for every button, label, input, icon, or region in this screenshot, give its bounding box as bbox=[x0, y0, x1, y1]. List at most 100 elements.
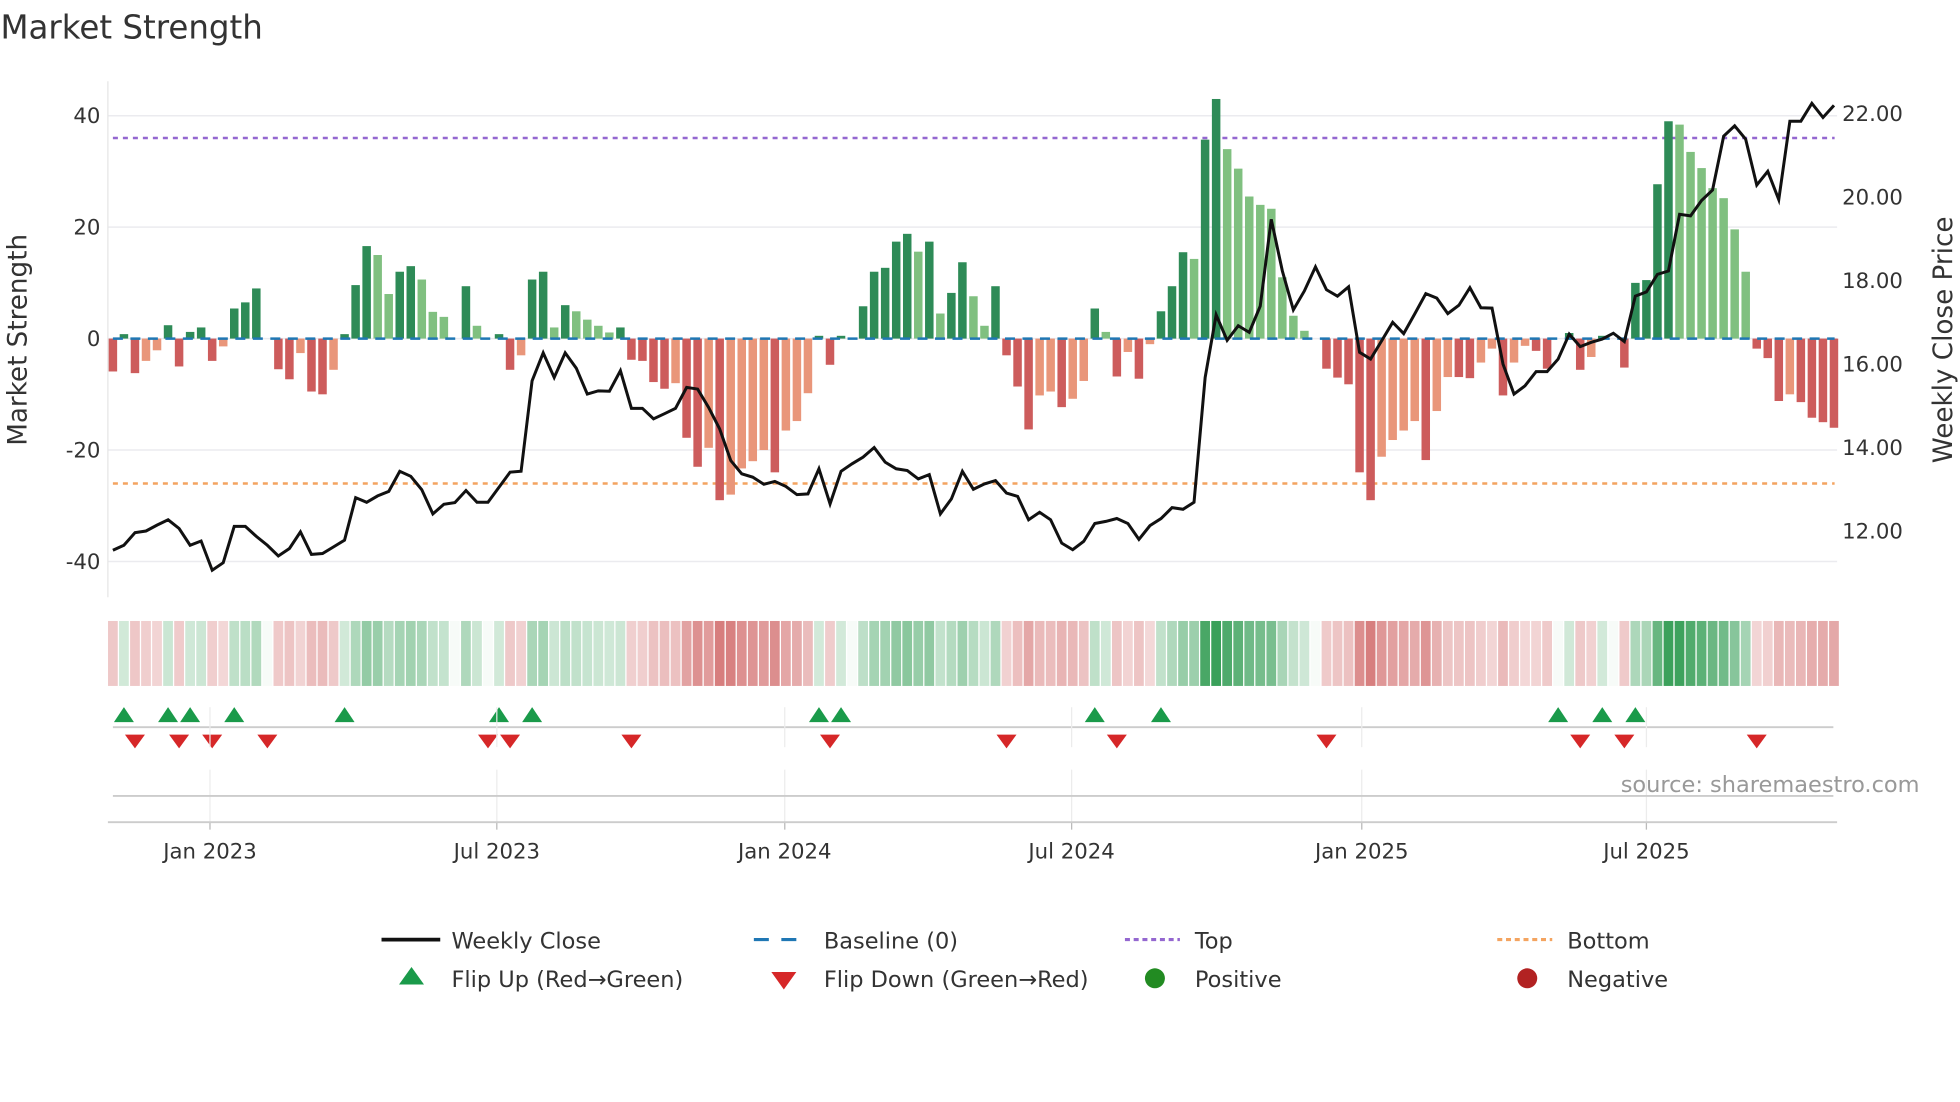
strength-bar bbox=[1178, 252, 1188, 339]
strip-cell bbox=[990, 620, 1001, 686]
strip-cell bbox=[670, 620, 681, 686]
strength-bar bbox=[1531, 338, 1541, 351]
strip-cell bbox=[1001, 620, 1012, 686]
strip-cell bbox=[1266, 620, 1277, 686]
strip-cell bbox=[1310, 620, 1321, 686]
strip-cell bbox=[714, 620, 725, 686]
strip-cell bbox=[957, 620, 968, 686]
flip-down-marker bbox=[1614, 734, 1635, 749]
flip-up-marker bbox=[489, 707, 510, 723]
strength-bar bbox=[241, 302, 250, 339]
y-tick-label: -40 bbox=[66, 550, 101, 575]
strength-bar bbox=[1244, 196, 1254, 339]
strength-bar bbox=[803, 338, 813, 394]
y2-tick-label: 20.00 bbox=[1842, 186, 1903, 211]
strip-cell bbox=[1078, 620, 1089, 686]
negative-legend-icon bbox=[1517, 968, 1538, 989]
strip-cell bbox=[615, 620, 626, 686]
strength-bar bbox=[671, 338, 680, 384]
strip-cell bbox=[1178, 620, 1188, 686]
strip-cell bbox=[891, 620, 902, 686]
strength-bar bbox=[1222, 149, 1232, 339]
strip-cell bbox=[1332, 620, 1343, 686]
strip-cell bbox=[1343, 620, 1354, 686]
strength-bar bbox=[1068, 338, 1077, 399]
flip-markers bbox=[112, 707, 1834, 749]
flip-up-marker bbox=[808, 707, 829, 723]
strip-cell bbox=[1619, 620, 1630, 686]
strength-bar bbox=[560, 305, 570, 339]
strip-cell bbox=[1387, 620, 1398, 686]
strip-cell bbox=[1111, 620, 1122, 686]
strip-cell bbox=[1696, 620, 1707, 686]
strip-cell bbox=[1575, 620, 1586, 686]
strength-heat-strip bbox=[108, 620, 1839, 686]
strength-bar bbox=[1818, 338, 1828, 423]
strength-bar bbox=[1653, 184, 1662, 339]
strength-bar bbox=[527, 279, 537, 339]
y2-tick-label: 12.00 bbox=[1842, 520, 1903, 545]
strength-bar bbox=[572, 311, 581, 339]
strip-cell bbox=[328, 620, 339, 686]
strength-bar bbox=[1344, 338, 1353, 385]
strength-bar bbox=[329, 338, 338, 370]
x-tick-label: Jan 2024 bbox=[736, 839, 832, 864]
strength-bar bbox=[715, 338, 724, 501]
strip-cell bbox=[1354, 620, 1365, 686]
positive-legend-icon bbox=[1144, 968, 1165, 989]
strength-bar bbox=[439, 316, 449, 339]
strength-bar bbox=[936, 313, 945, 339]
strength-bar bbox=[627, 338, 636, 360]
strength-bar bbox=[152, 338, 162, 351]
strength-bar bbox=[296, 338, 305, 354]
strip-cell bbox=[1045, 620, 1056, 686]
y-tick-label: -20 bbox=[66, 439, 101, 464]
strength-bar bbox=[858, 306, 868, 339]
strength-bar bbox=[285, 338, 294, 380]
strip-cell bbox=[152, 620, 162, 686]
strength-bar bbox=[1785, 338, 1795, 395]
strength-bar bbox=[1730, 229, 1739, 339]
strength-bar bbox=[1509, 338, 1519, 363]
strength-bar bbox=[1156, 311, 1166, 339]
strip-cell bbox=[1023, 620, 1034, 686]
strip-cell bbox=[163, 620, 173, 686]
strip-cell bbox=[1321, 620, 1332, 686]
strip-cell bbox=[295, 620, 306, 686]
strength-bar bbox=[1002, 338, 1011, 356]
strip-cell bbox=[505, 620, 515, 686]
flip-down-marker bbox=[257, 734, 278, 749]
strip-cell bbox=[383, 620, 394, 686]
strip-cell bbox=[604, 620, 615, 686]
strip-cell bbox=[1586, 620, 1597, 686]
flip-down-marker bbox=[820, 734, 841, 749]
strength-bar bbox=[472, 325, 482, 339]
strip-cell bbox=[1707, 620, 1718, 686]
x-tick-label: Jul 2023 bbox=[452, 839, 540, 864]
strength-bar bbox=[991, 286, 1000, 339]
flip-down-marker bbox=[169, 734, 190, 749]
strength-bar bbox=[1189, 258, 1199, 339]
strength-bar bbox=[516, 338, 526, 356]
strip-cell bbox=[1795, 620, 1806, 686]
strip-cell bbox=[1233, 620, 1244, 686]
flip-up-legend-icon bbox=[399, 967, 425, 985]
strip-cell bbox=[880, 620, 891, 686]
flip-down-marker bbox=[1316, 734, 1337, 749]
strength-bar bbox=[196, 327, 206, 339]
strip-cell bbox=[769, 620, 780, 686]
strength-bar bbox=[351, 285, 360, 339]
strength-bar bbox=[616, 327, 625, 339]
strip-cell bbox=[1200, 620, 1210, 686]
flip-down-marker bbox=[996, 734, 1017, 749]
strip-cell bbox=[185, 620, 195, 686]
strength-bar bbox=[726, 338, 735, 495]
strip-cell bbox=[1255, 620, 1266, 686]
strength-bar bbox=[538, 271, 548, 339]
strength-bar bbox=[1410, 338, 1419, 422]
strength-bar bbox=[660, 338, 669, 389]
flip-down-marker bbox=[1106, 734, 1127, 749]
strip-cell bbox=[405, 620, 416, 686]
strength-bar bbox=[1741, 271, 1750, 339]
flip-up-marker bbox=[1084, 707, 1105, 723]
